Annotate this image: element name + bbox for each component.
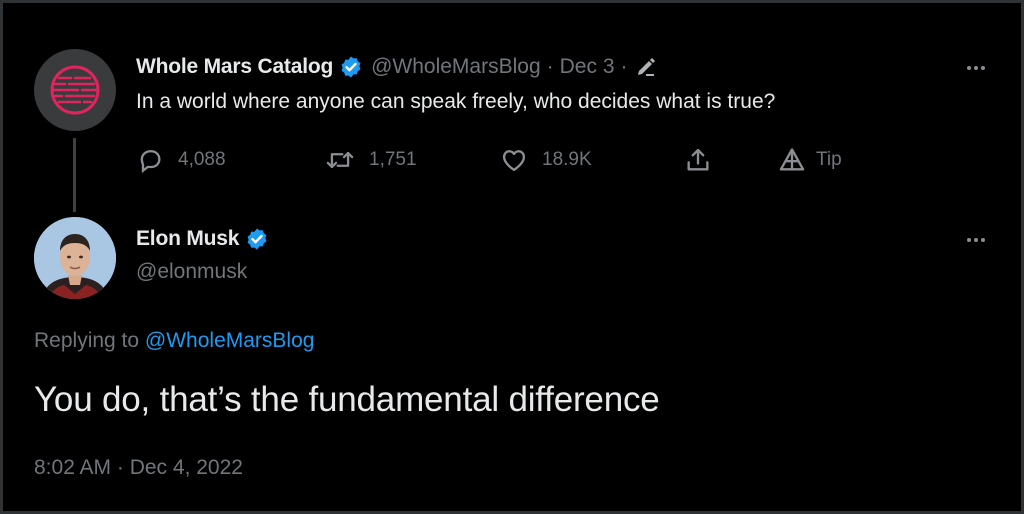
parent-more-icon[interactable] [958,58,994,78]
replying-prefix: Replying to [34,329,140,352]
share-icon [687,148,709,171]
replying-to-line: Replying to @WholeMarsBlog [34,329,314,353]
main-header: Elon Musk [136,224,277,254]
main-handle[interactable]: @elonmusk [136,260,247,284]
reply-count: 4,088 [178,149,226,170]
replying-mention-link[interactable]: @WholeMarsBlog [145,329,315,352]
verified-badge-icon [339,55,363,79]
retweet-button[interactable]: 1,751 [325,145,417,175]
main-display-name[interactable]: Elon Musk [136,227,239,251]
like-count: 18.9K [542,149,592,170]
separator-dot: · [546,55,554,78]
tip-button[interactable]: Tip [778,145,842,175]
main-more-icon[interactable] [958,230,994,250]
main-avatar[interactable] [34,217,116,299]
like-icon [502,150,526,172]
edit-icon[interactable] [634,55,658,79]
parent-header: Whole Mars Catalog @WholeMarsBlog · Dec … [136,52,658,82]
thread-connector [73,138,76,212]
separator-dot: · [620,55,628,78]
parent-avatar[interactable] [34,49,116,131]
profile-photo-icon [34,217,116,299]
reply-button[interactable]: 4,088 [136,145,226,175]
reply-icon [140,150,161,174]
verified-badge-icon [245,227,269,251]
tip-icon [779,148,805,171]
parent-date[interactable]: Dec 3 [560,55,615,79]
share-button[interactable] [684,145,712,175]
parent-tweet-text: In a world where anyone can speak freely… [136,90,776,113]
parent-display-name[interactable]: Whole Mars Catalog [136,55,333,79]
mars-logo-icon [50,65,100,115]
main-tweet-text: You do, that’s the fundamental differenc… [34,380,660,419]
retweet-icon [326,151,354,169]
tip-label: Tip [816,149,842,170]
retweet-count: 1,751 [369,149,417,170]
parent-handle[interactable]: @WholeMarsBlog [371,55,541,79]
like-button[interactable]: 18.9K [500,145,592,175]
tweet-timestamp[interactable]: 8:02 AM · Dec 4, 2022 [34,456,243,480]
